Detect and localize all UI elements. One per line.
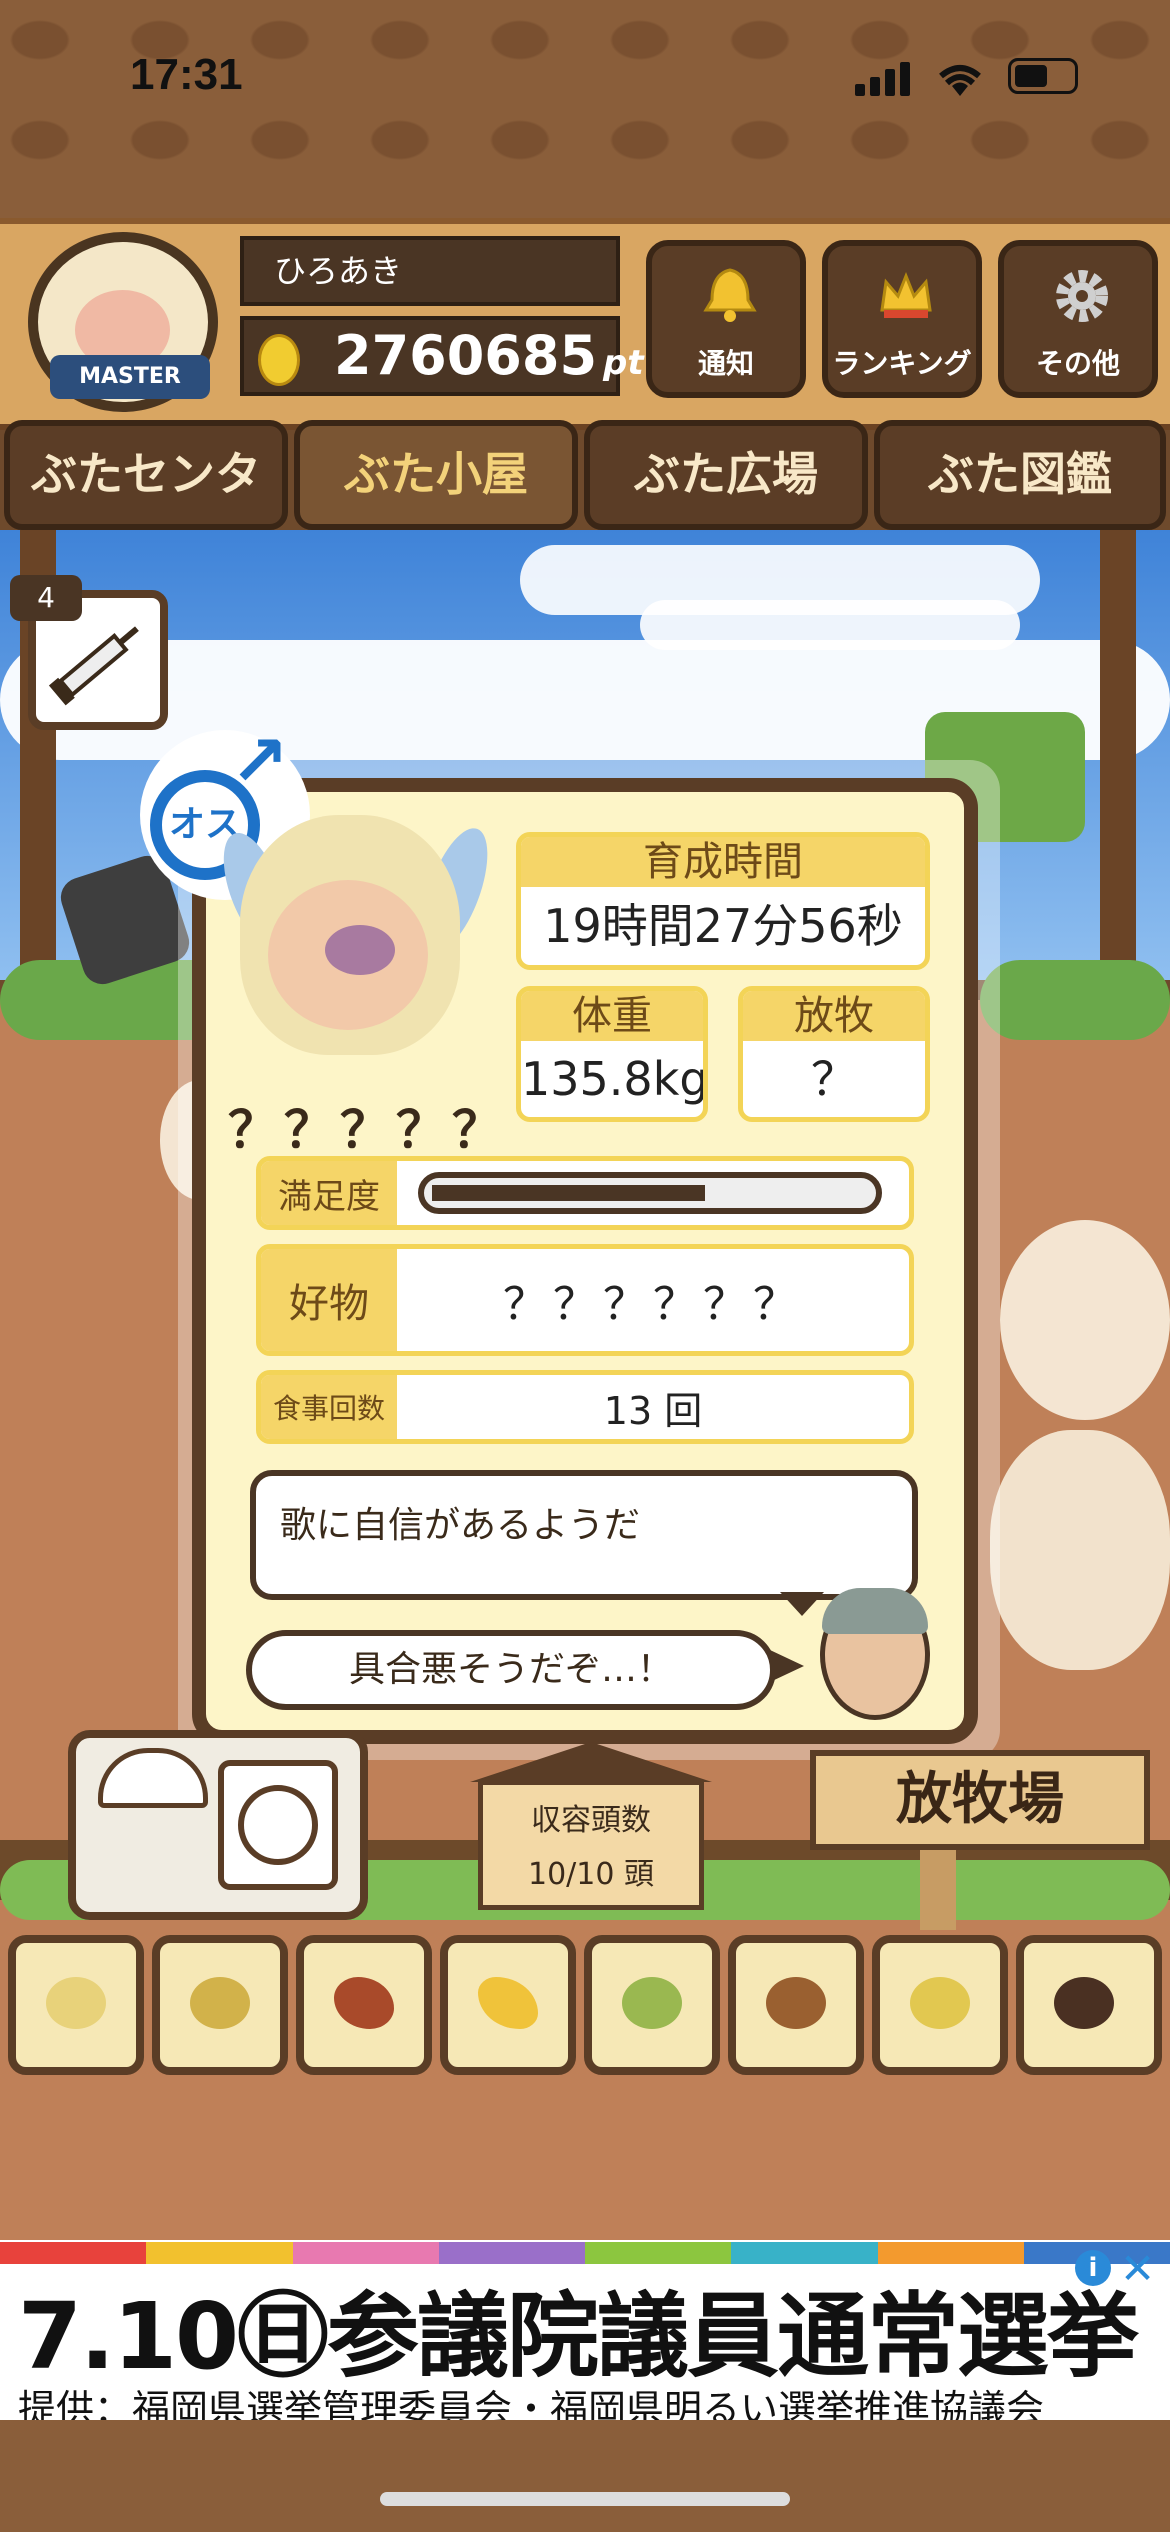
bubble-tail (780, 1592, 824, 1616)
ad-close-icon[interactable]: ✕ (1120, 2244, 1155, 2293)
pasture-box: 放牧 ？ (738, 986, 930, 1122)
capacity-value: 10/10 頭 (528, 1857, 654, 1892)
item-count-badge: 4 (10, 575, 82, 621)
bubble-tail (770, 1650, 804, 1682)
battery-icon (1008, 58, 1078, 94)
weight-label: 体重 (521, 991, 703, 1041)
crown-icon (876, 266, 936, 326)
tab-buta-encyclopedia[interactable]: ぶた図鑑 (874, 420, 1166, 530)
corn-icon (478, 1977, 538, 2029)
bottom-background (0, 2420, 1170, 2532)
food-item-soybean-dish[interactable] (872, 1935, 1008, 2075)
condition-bubble[interactable]: 具合悪そうだぞ…！ (246, 1630, 776, 1710)
food-item-truffle[interactable] (1016, 1935, 1162, 2075)
weight-value: 135.8kg (521, 1052, 708, 1106)
wifi-icon (935, 58, 985, 102)
weight-box: 体重 135.8kg (516, 986, 708, 1122)
pig-nose (325, 925, 395, 975)
grass-right (980, 960, 1170, 1040)
points-unit: pt (603, 343, 644, 383)
male-arrow-icon: ↗ (230, 720, 289, 802)
mixed-grain-icon (190, 1977, 250, 2029)
food-item-acorn[interactable] (728, 1935, 864, 2075)
meals-row: 食事回数 13 回 (256, 1370, 914, 1444)
ad-color-stripes (0, 2242, 1170, 2264)
player-name: ひろあき (240, 236, 620, 306)
other-label: その他 (1035, 347, 1120, 380)
pig-name: ？？？？？ (228, 1101, 508, 1159)
farmer-cap (822, 1588, 928, 1634)
favorite-value: ？？？？？？ (503, 1279, 803, 1330)
other-button[interactable]: その他 (998, 240, 1158, 398)
bell-icon (700, 266, 760, 326)
truffle-icon (1054, 1977, 1114, 2029)
gear-icon (1052, 266, 1112, 326)
favorite-label: 好物 (261, 1249, 397, 1351)
acorn-icon (766, 1977, 826, 2029)
ranking-label: ランキング (832, 347, 972, 380)
meals-label: 食事回数 (261, 1375, 397, 1439)
soybean-dish-icon (910, 1977, 970, 2029)
satisfaction-bar-fill (432, 1185, 705, 1201)
food-item-grain[interactable] (8, 1935, 144, 2075)
food-item-beans[interactable] (584, 1935, 720, 2075)
top-background (0, 0, 1170, 230)
gate-post-right (1100, 530, 1136, 1000)
pasture-value: ？ (811, 1052, 857, 1106)
beans-icon (622, 1977, 682, 2029)
tab-buta-square[interactable]: ぶた広場 (584, 420, 868, 530)
notify-button[interactable]: 通知 (646, 240, 806, 398)
pig-message-bubble: 歌に自信があるようだ (250, 1470, 918, 1600)
tab-buta-center[interactable]: ぶたセンター (4, 420, 288, 597)
status-time: 17:31 (130, 50, 243, 99)
pasture-sign-button[interactable]: 放牧場 (810, 1750, 1150, 1850)
signal-icon (855, 62, 915, 96)
pasture-label: 放牧 (743, 991, 925, 1041)
meals-value: 13 回 (603, 1388, 703, 1433)
food-item-sweet-potato[interactable] (296, 1935, 432, 2075)
growth-time-label: 育成時間 (521, 837, 925, 887)
grain-icon (46, 1977, 106, 2029)
rank-badge: MASTER (50, 355, 210, 399)
ranking-button[interactable]: ランキング (822, 240, 982, 398)
coin-icon (258, 334, 300, 386)
fan-icon (238, 1785, 318, 1865)
points-value: 2760685 (334, 324, 598, 387)
food-item-mixed-grain[interactable] (152, 1935, 288, 2075)
growth-time-box: 育成時間 19時間27分56秒 (516, 832, 930, 970)
ad-info-icon[interactable]: i (1075, 2250, 1111, 2286)
capacity-sign: 収容頭数 10/10 頭 (478, 1780, 704, 1910)
notify-label: 通知 (697, 347, 754, 380)
food-item-corn[interactable] (440, 1935, 576, 2075)
sweet-potato-icon (334, 1977, 394, 2029)
tab-buta-barn[interactable]: ぶた小屋 (294, 420, 578, 530)
satisfaction-label: 満足度 (261, 1161, 397, 1225)
capacity-sign-roof (470, 1742, 712, 1782)
home-indicator[interactable] (380, 2492, 790, 2506)
favorite-row: 好物 ？？？？？？ (256, 1244, 914, 1356)
growth-time-value: 19時間27分56秒 (543, 899, 903, 953)
pig-sprite[interactable] (1000, 1220, 1170, 1420)
ad-headline: 7.10㊐参議院議員通常選挙 (18, 2283, 1139, 2390)
sign-post (920, 1850, 956, 1930)
capacity-label: 収容頭数 (531, 1803, 651, 1838)
pig-sprite[interactable] (990, 1430, 1170, 1670)
